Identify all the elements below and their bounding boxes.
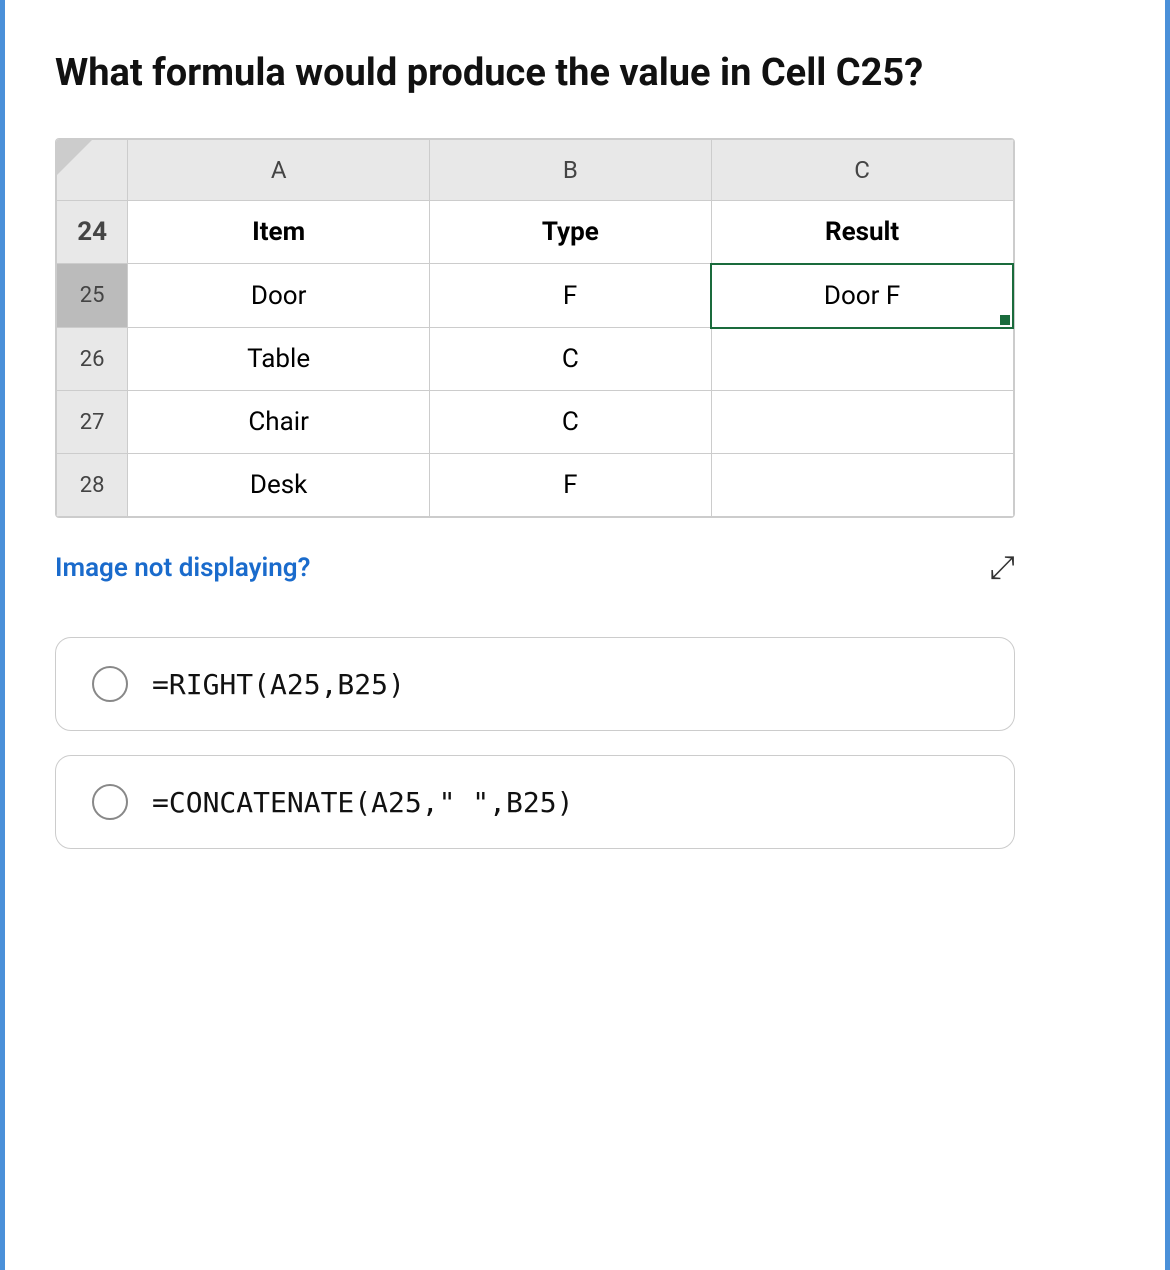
page-container: What formula would produce the value in …: [0, 0, 1170, 1270]
row-num-24: 24: [57, 200, 128, 264]
expand-icon[interactable]: ⤢: [989, 548, 1015, 587]
question-title: What formula would produce the value in …: [55, 50, 1115, 98]
image-not-displaying-link[interactable]: Image not displaying?: [55, 553, 310, 583]
cell-b26: C: [430, 328, 712, 391]
row-25: 25 Door F Door F: [57, 264, 1014, 328]
cell-a27: Chair: [128, 391, 430, 454]
row-28: 28 Desk F: [57, 454, 1014, 517]
spreadsheet-table: A B C 24 Item Type Result 25 Door F: [56, 139, 1014, 518]
answer-text-1: =RIGHT(A25,B25): [152, 668, 405, 701]
cell-b27: C: [430, 391, 712, 454]
col-header-c: C: [711, 139, 1013, 200]
cell-a24: Item: [128, 200, 430, 264]
answer-text-2: =CONCATENATE(A25," ",B25): [152, 786, 573, 819]
cell-c26: [711, 328, 1013, 391]
row-26: 26 Table C: [57, 328, 1014, 391]
corner-header: [57, 139, 128, 200]
row-24: 24 Item Type Result: [57, 200, 1014, 264]
row-num-25: 25: [57, 264, 128, 328]
cell-c27: [711, 391, 1013, 454]
column-header-row: A B C: [57, 139, 1014, 200]
cell-a26: Table: [128, 328, 430, 391]
cell-b28: F: [430, 454, 712, 517]
row-num-26: 26: [57, 328, 128, 391]
row-27: 27 Chair C: [57, 391, 1014, 454]
cell-a28: Desk: [128, 454, 430, 517]
cell-c28: [711, 454, 1013, 517]
cell-c25: Door F: [711, 264, 1013, 328]
cell-b25: F: [430, 264, 712, 328]
col-header-a: A: [128, 139, 430, 200]
cell-a25: Door: [128, 264, 430, 328]
radio-2[interactable]: [92, 784, 128, 820]
cell-c24: Result: [711, 200, 1013, 264]
radio-1[interactable]: [92, 666, 128, 702]
cell-b24: Type: [430, 200, 712, 264]
row-num-27: 27: [57, 391, 128, 454]
answer-option-1[interactable]: =RIGHT(A25,B25): [55, 637, 1015, 731]
col-header-b: B: [430, 139, 712, 200]
image-link-row: Image not displaying? ⤢: [55, 548, 1015, 587]
spreadsheet-wrapper: A B C 24 Item Type Result 25 Door F: [55, 138, 1015, 519]
row-num-28: 28: [57, 454, 128, 517]
answer-option-2[interactable]: =CONCATENATE(A25," ",B25): [55, 755, 1015, 849]
